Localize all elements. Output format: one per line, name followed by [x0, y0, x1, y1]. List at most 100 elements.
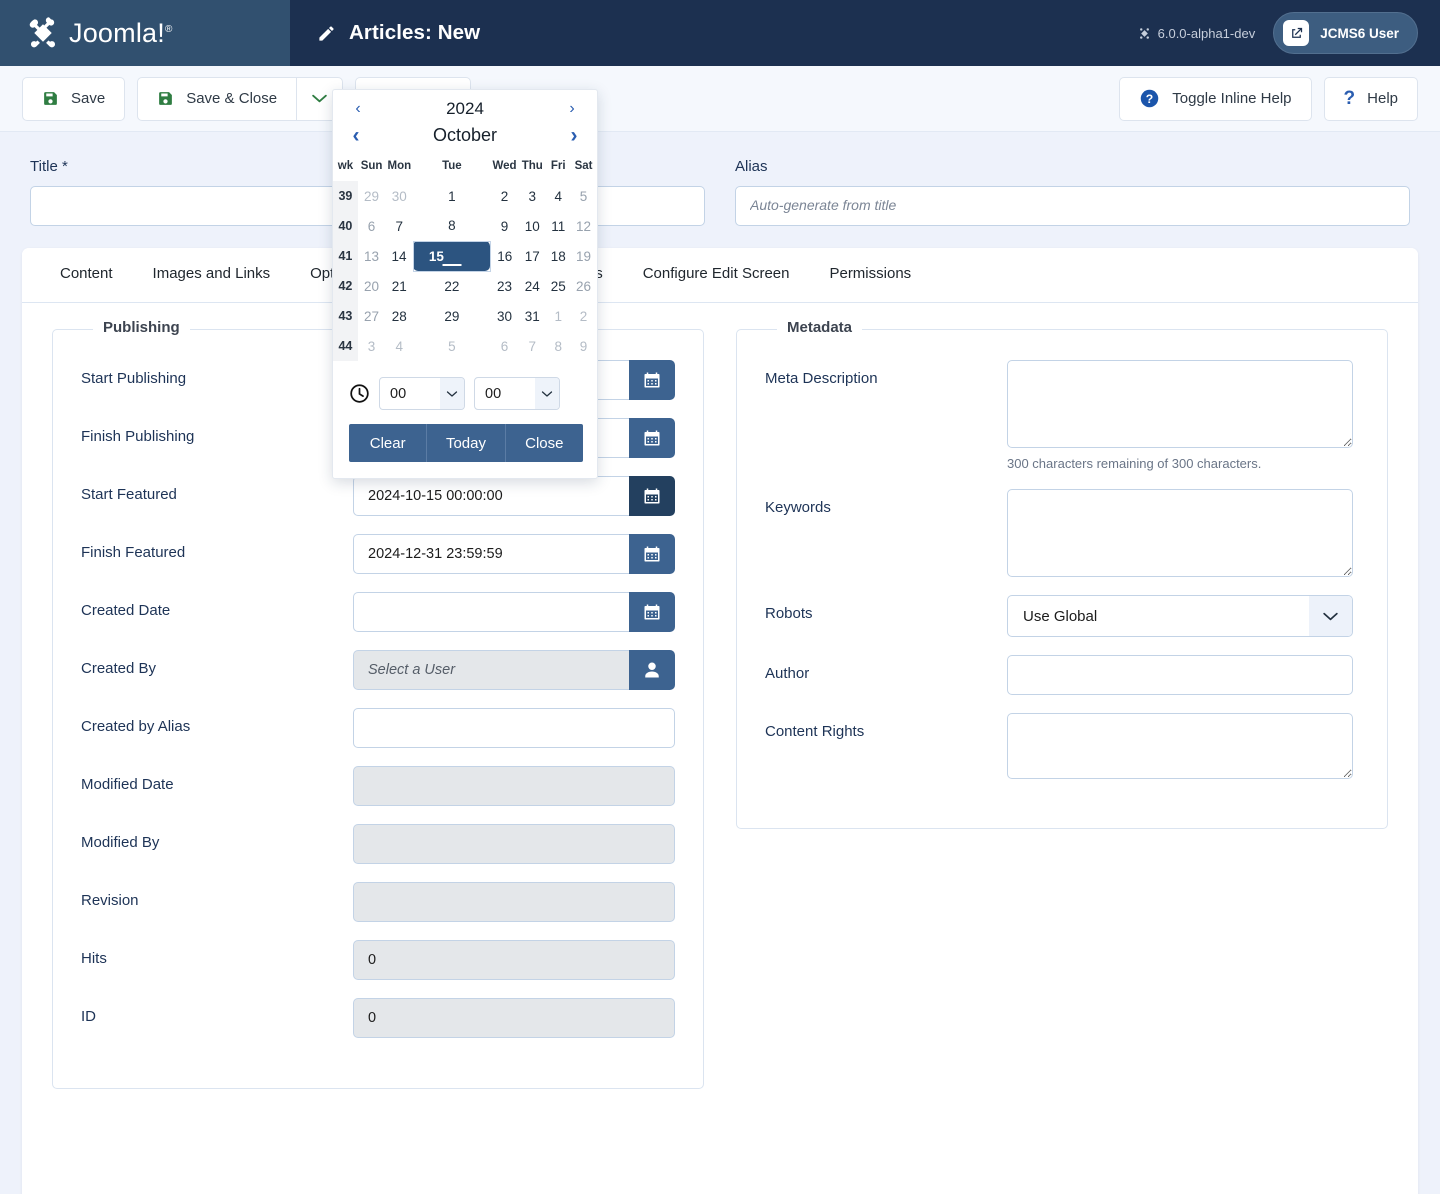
calendar-day-cell[interactable]: 23 — [490, 271, 518, 301]
created-date-calendar-button[interactable] — [629, 592, 675, 632]
calendar-day-cell[interactable]: 29 — [358, 181, 385, 211]
created-date-input[interactable] — [353, 592, 629, 632]
keywords-row: Keywords — [765, 489, 1359, 577]
modified-by-label: Modified By — [81, 824, 353, 851]
start-publishing-calendar-button[interactable] — [629, 360, 675, 400]
calendar-day-cell[interactable]: 29 — [413, 301, 490, 331]
calendar-clear-button[interactable]: Clear — [349, 424, 427, 462]
calendar-month-label: October — [433, 125, 497, 146]
created-by-alias-input[interactable] — [353, 708, 675, 748]
calendar-day-cell[interactable]: 17 — [519, 241, 546, 271]
chevron-down-icon — [311, 93, 328, 104]
calendar-popup[interactable]: ‹ 2024 › ‹ October › wkSunMonTueWedThuFr… — [332, 89, 598, 479]
calendar-day-cell[interactable]: 21 — [385, 271, 413, 301]
app-header: Joomla!® Articles: New 6.0.0-alpha1-dev — [0, 0, 1440, 66]
calendar-day-cell[interactable]: 9 — [571, 331, 597, 361]
meta-description-textarea[interactable] — [1007, 360, 1353, 448]
calendar-day-cell[interactable]: 9 — [490, 211, 518, 241]
calendar-day-cell[interactable]: 12 — [571, 211, 597, 241]
prev-year-button[interactable]: ‹ — [349, 101, 367, 117]
brand-area[interactable]: Joomla!® — [0, 0, 290, 66]
calendar-close-button[interactable]: Close — [506, 424, 583, 462]
calendar-day-cell[interactable]: 18 — [546, 241, 571, 271]
start-featured-input[interactable] — [353, 476, 629, 516]
user-menu-button[interactable]: JCMS6 User — [1273, 12, 1418, 54]
calendar-day-cell[interactable]: 25 — [546, 271, 571, 301]
next-month-button[interactable]: › — [565, 125, 583, 146]
calendar-day-cell[interactable]: 8 — [413, 211, 490, 241]
calendar-day-cell[interactable]: 30 — [385, 181, 413, 211]
save-button[interactable]: Save — [22, 77, 125, 121]
calendar-day-cell[interactable]: 28 — [385, 301, 413, 331]
calendar-day-cell[interactable]: 2 — [490, 181, 518, 211]
tab-content[interactable]: Content — [40, 248, 133, 302]
calendar-day-cell[interactable]: 6 — [490, 331, 518, 361]
tab-images-and-links[interactable]: Images and Links — [133, 248, 291, 302]
alias-input[interactable] — [735, 186, 1410, 226]
calendar-day-cell[interactable]: 24 — [519, 271, 546, 301]
calendar-day-cell[interactable]: 11 — [546, 211, 571, 241]
finish-publishing-calendar-button[interactable] — [629, 418, 675, 458]
created-by-alias-control — [353, 708, 675, 748]
author-input[interactable] — [1007, 655, 1353, 695]
modified-date-label: Modified Date — [81, 766, 353, 793]
calendar-day-selected[interactable]: 15 — [413, 241, 490, 271]
calendar-day-cell[interactable]: 26 — [571, 271, 597, 301]
start-featured-calendar-button[interactable] — [629, 476, 675, 516]
calendar-day-cell[interactable]: 1 — [546, 301, 571, 331]
joomla-logo[interactable]: Joomla!® — [26, 16, 173, 50]
help-button[interactable]: ? Help — [1324, 77, 1418, 121]
calendar-day-cell[interactable]: 14 — [385, 241, 413, 271]
calendar-day-cell[interactable]: 16 — [490, 241, 518, 271]
calendar-day-cell[interactable]: 31 — [519, 301, 546, 331]
calendar-day-cell[interactable]: 1 — [413, 181, 490, 211]
calendar-day-cell[interactable]: 30 — [490, 301, 518, 331]
created-by-select-user-button[interactable] — [629, 650, 675, 690]
svg-text:?: ? — [1146, 92, 1153, 106]
calendar-day-cell[interactable]: 3 — [358, 331, 385, 361]
content-rights-textarea[interactable] — [1007, 713, 1353, 779]
robots-control: Use Global — [1007, 595, 1353, 637]
minute-select[interactable]: 00 — [474, 377, 560, 410]
calendar-day-cell[interactable]: 19 — [571, 241, 597, 271]
robots-select[interactable]: Use Global — [1007, 595, 1353, 637]
toggle-inline-help-button[interactable]: ? Toggle Inline Help — [1119, 77, 1311, 121]
calendar-day-cell[interactable]: 27 — [358, 301, 385, 331]
content-rights-row: Content Rights — [765, 713, 1359, 779]
finish-featured-label: Finish Featured — [81, 534, 353, 561]
calendar-day-cell[interactable]: 4 — [385, 331, 413, 361]
calendar-day-cell[interactable]: 13 — [358, 241, 385, 271]
joomla-mark-icon — [26, 16, 60, 50]
external-link-icon — [1283, 20, 1309, 46]
alias-field-block: Alias — [735, 158, 1410, 226]
save-close-group: Save & Close — [137, 77, 343, 121]
hour-select[interactable]: 00 — [379, 377, 465, 410]
calendar-day-cell[interactable]: 6 — [358, 211, 385, 241]
minute-select-wrap: 00 — [474, 377, 560, 410]
calendar-day-cell[interactable]: 22 — [413, 271, 490, 301]
calendar-day-cell[interactable]: 7 — [385, 211, 413, 241]
finish-featured-input[interactable] — [353, 534, 629, 574]
tab-configure-edit-screen[interactable]: Configure Edit Screen — [623, 248, 810, 302]
calendar-day-cell[interactable]: 2 — [571, 301, 597, 331]
calendar-today-button[interactable]: Today — [427, 424, 505, 462]
calendar-day-cell[interactable]: 5 — [413, 331, 490, 361]
calendar-day-cell[interactable]: 5 — [571, 181, 597, 211]
created-by-input[interactable] — [353, 650, 629, 690]
calendar-day-cell[interactable]: 3 — [519, 181, 546, 211]
save-close-button[interactable]: Save & Close — [137, 77, 296, 121]
calendar-day-cell[interactable]: 10 — [519, 211, 546, 241]
tab-permissions[interactable]: Permissions — [809, 248, 931, 302]
keywords-textarea[interactable] — [1007, 489, 1353, 577]
next-year-button[interactable]: › — [563, 101, 581, 117]
prev-month-button[interactable]: ‹ — [347, 125, 365, 146]
created-by-control — [353, 650, 675, 690]
finish-featured-calendar-button[interactable] — [629, 534, 675, 574]
calendar-day-cell[interactable]: 4 — [546, 181, 571, 211]
page-title: Articles: New — [349, 21, 480, 45]
calendar-day-cell[interactable]: 20 — [358, 271, 385, 301]
calendar-week-row: 443456789 — [333, 331, 597, 361]
week-number-cell: 41 — [333, 241, 358, 271]
calendar-day-cell[interactable]: 8 — [546, 331, 571, 361]
calendar-day-cell[interactable]: 7 — [519, 331, 546, 361]
